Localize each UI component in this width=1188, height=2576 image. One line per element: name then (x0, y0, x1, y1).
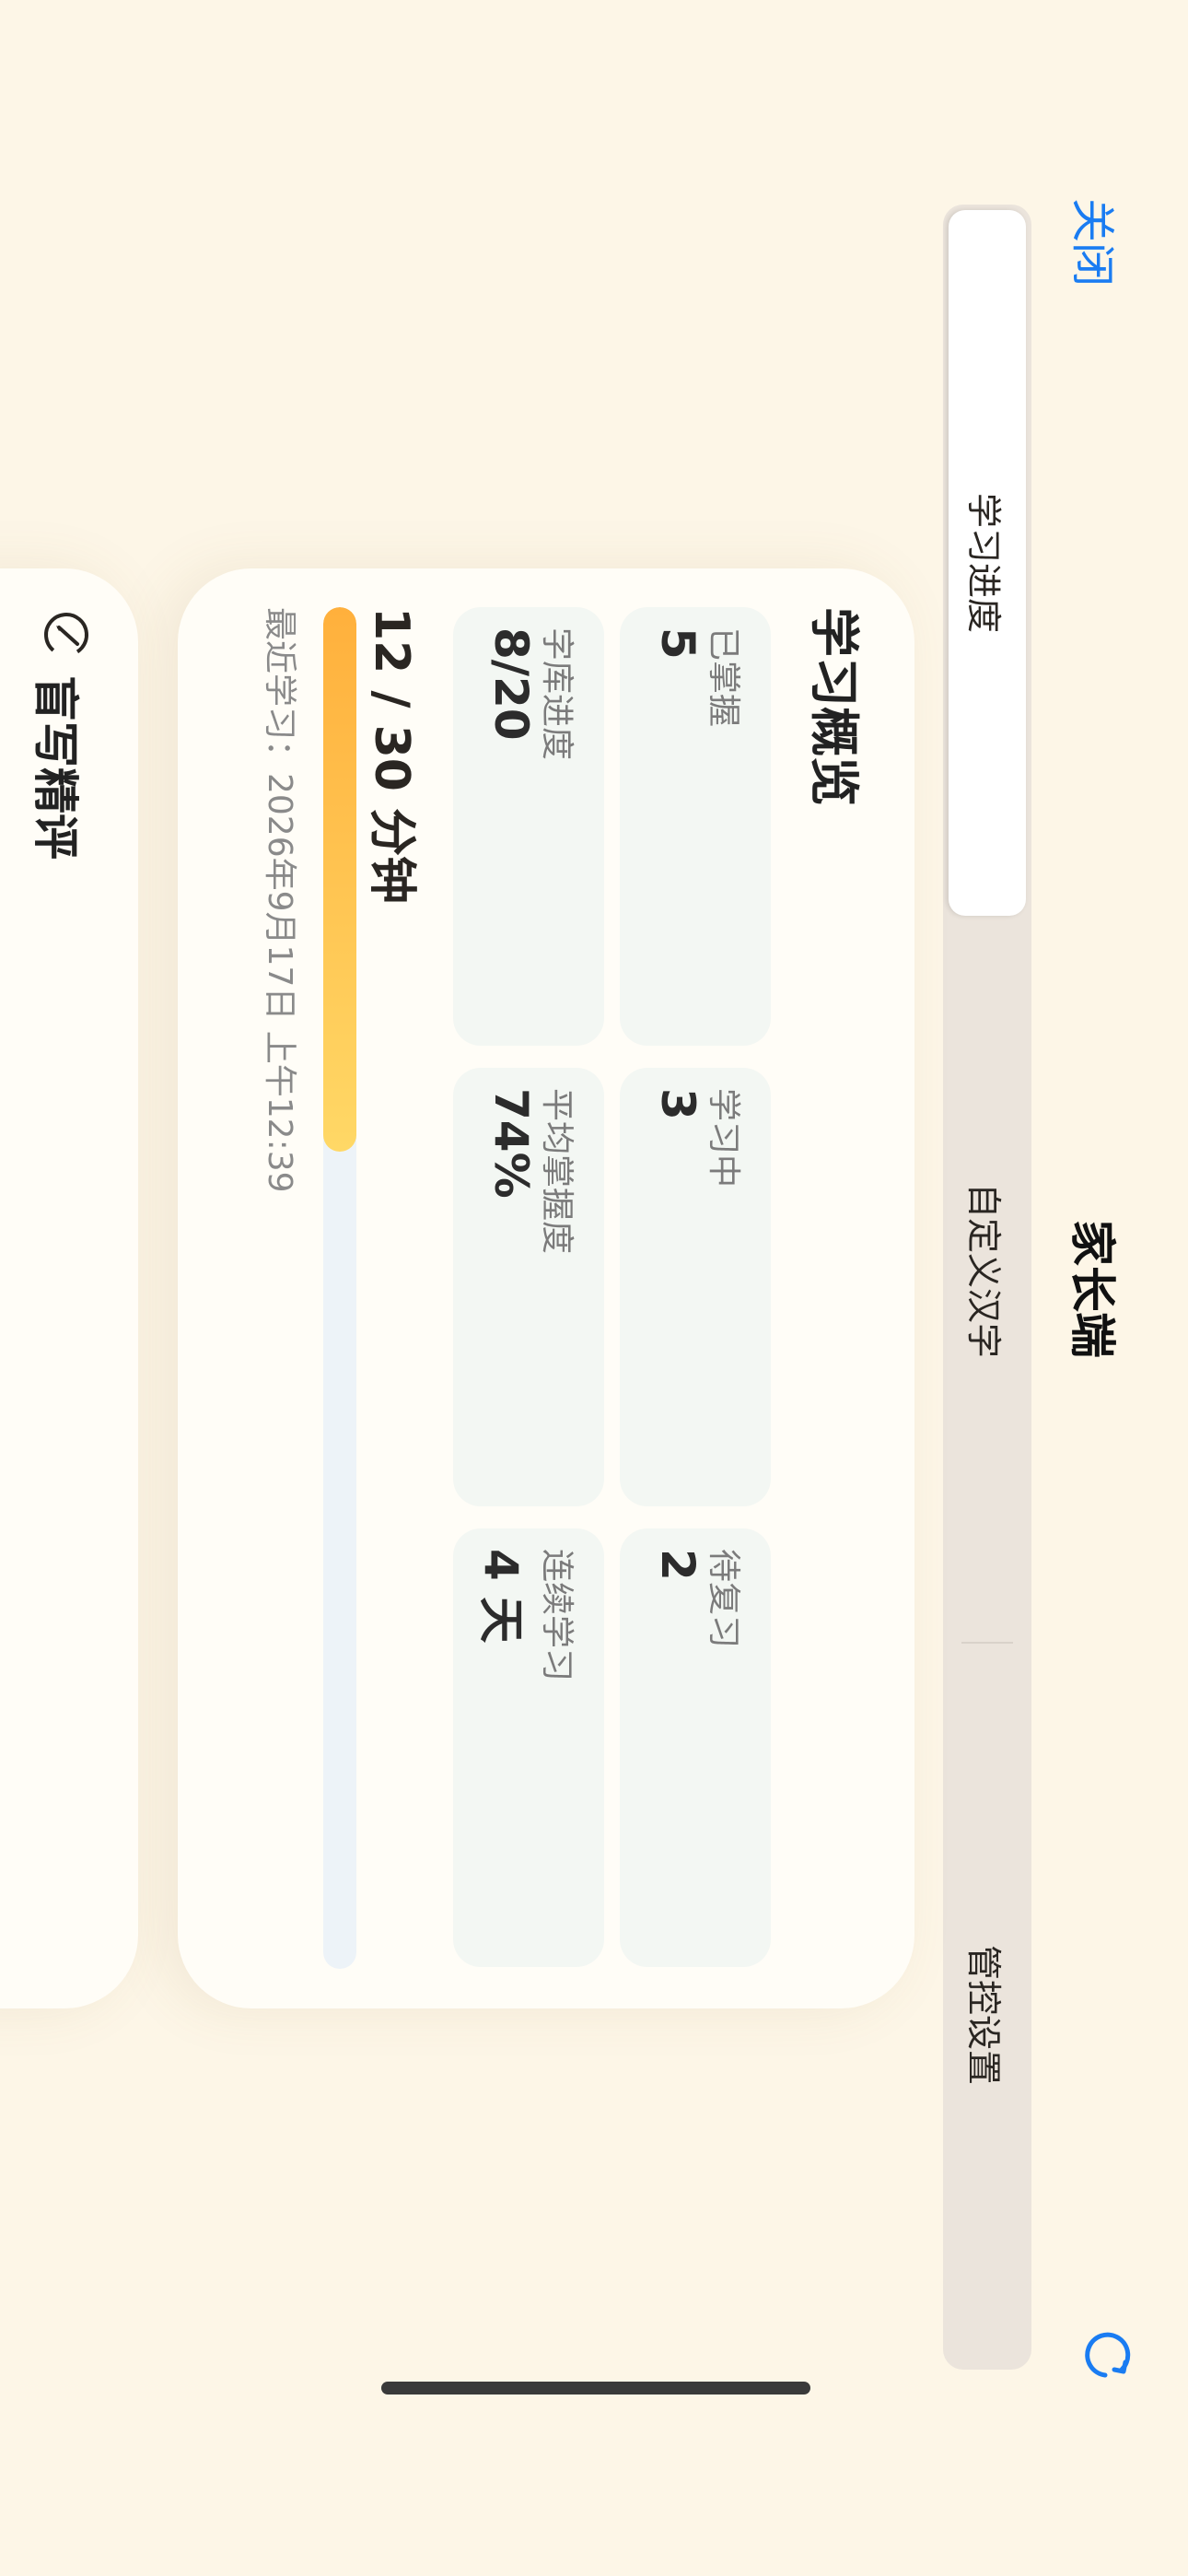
stat-value: 74% (484, 1088, 538, 1199)
stat-label: 字库进度 (538, 627, 576, 761)
stat-label: 学习中 (705, 1088, 742, 1188)
stat-value: 8/20 (484, 627, 538, 741)
tab-control-settings[interactable]: 管控设置 (943, 1660, 1031, 2370)
stat-label: 待复习 (705, 1549, 742, 1649)
refresh-icon[interactable] (1076, 2322, 1142, 2388)
app-screen: 关闭 家长端 学习进度 自定义汉字 管控设置 学习概览 已掌握 5 学习中 3 … (0, 0, 1188, 2576)
progress-fill (323, 607, 356, 1153)
tab-label: 自定义汉字 (963, 1182, 1005, 1358)
stat-label: 平均掌握度 (538, 1088, 576, 1255)
stat-value: 2 (651, 1549, 705, 1581)
page-title: 家长端 (1066, 1220, 1119, 1358)
pen-check-icon (41, 609, 92, 661)
stat-label: 已掌握 (705, 627, 742, 728)
tab-label: 学习进度 (963, 492, 1005, 633)
tab-label: 管控设置 (963, 1944, 1005, 2085)
tab-learning-progress[interactable]: 学习进度 (949, 210, 1026, 916)
daily-minutes-progress-bar (323, 607, 356, 1969)
stat-value: 3 (651, 1088, 705, 1120)
overview-title: 学习概览 (805, 607, 863, 806)
dictation-title: 盲写精评 (29, 675, 82, 860)
stat-average-mastery: 平均掌握度 74% (453, 1068, 604, 1506)
tab-custom-characters[interactable]: 自定义汉字 (943, 916, 1031, 1625)
close-button[interactable]: 关闭 (1065, 198, 1129, 287)
tab-bar: 学习进度 自定义汉字 管控设置 (943, 205, 1031, 2370)
stat-to-review: 待复习 2 (620, 1528, 771, 1967)
home-indicator (381, 2382, 810, 2395)
tab-divider (961, 1642, 1013, 1644)
stat-label: 连续学习 (538, 1549, 576, 1682)
stat-mastered: 已掌握 5 (620, 607, 771, 1046)
overview-card: 学习概览 已掌握 5 学习中 3 待复习 2 字库进度 8/20 平均掌握度 7… (178, 568, 914, 2008)
stat-streak: 连续学习 4 天 (453, 1528, 604, 1967)
dictation-card[interactable]: 盲写精评 (0, 568, 138, 2008)
stat-library-progress: 字库进度 8/20 (453, 607, 604, 1046)
stat-value: 5 (651, 627, 705, 660)
last-study-time: 最近学习：2026年9月17日 上午12:39 (261, 607, 298, 1193)
stat-learning: 学习中 3 (620, 1068, 771, 1506)
stat-value: 4 天 (474, 1549, 528, 1644)
daily-minutes: 12 / 30 分钟 (364, 607, 419, 905)
